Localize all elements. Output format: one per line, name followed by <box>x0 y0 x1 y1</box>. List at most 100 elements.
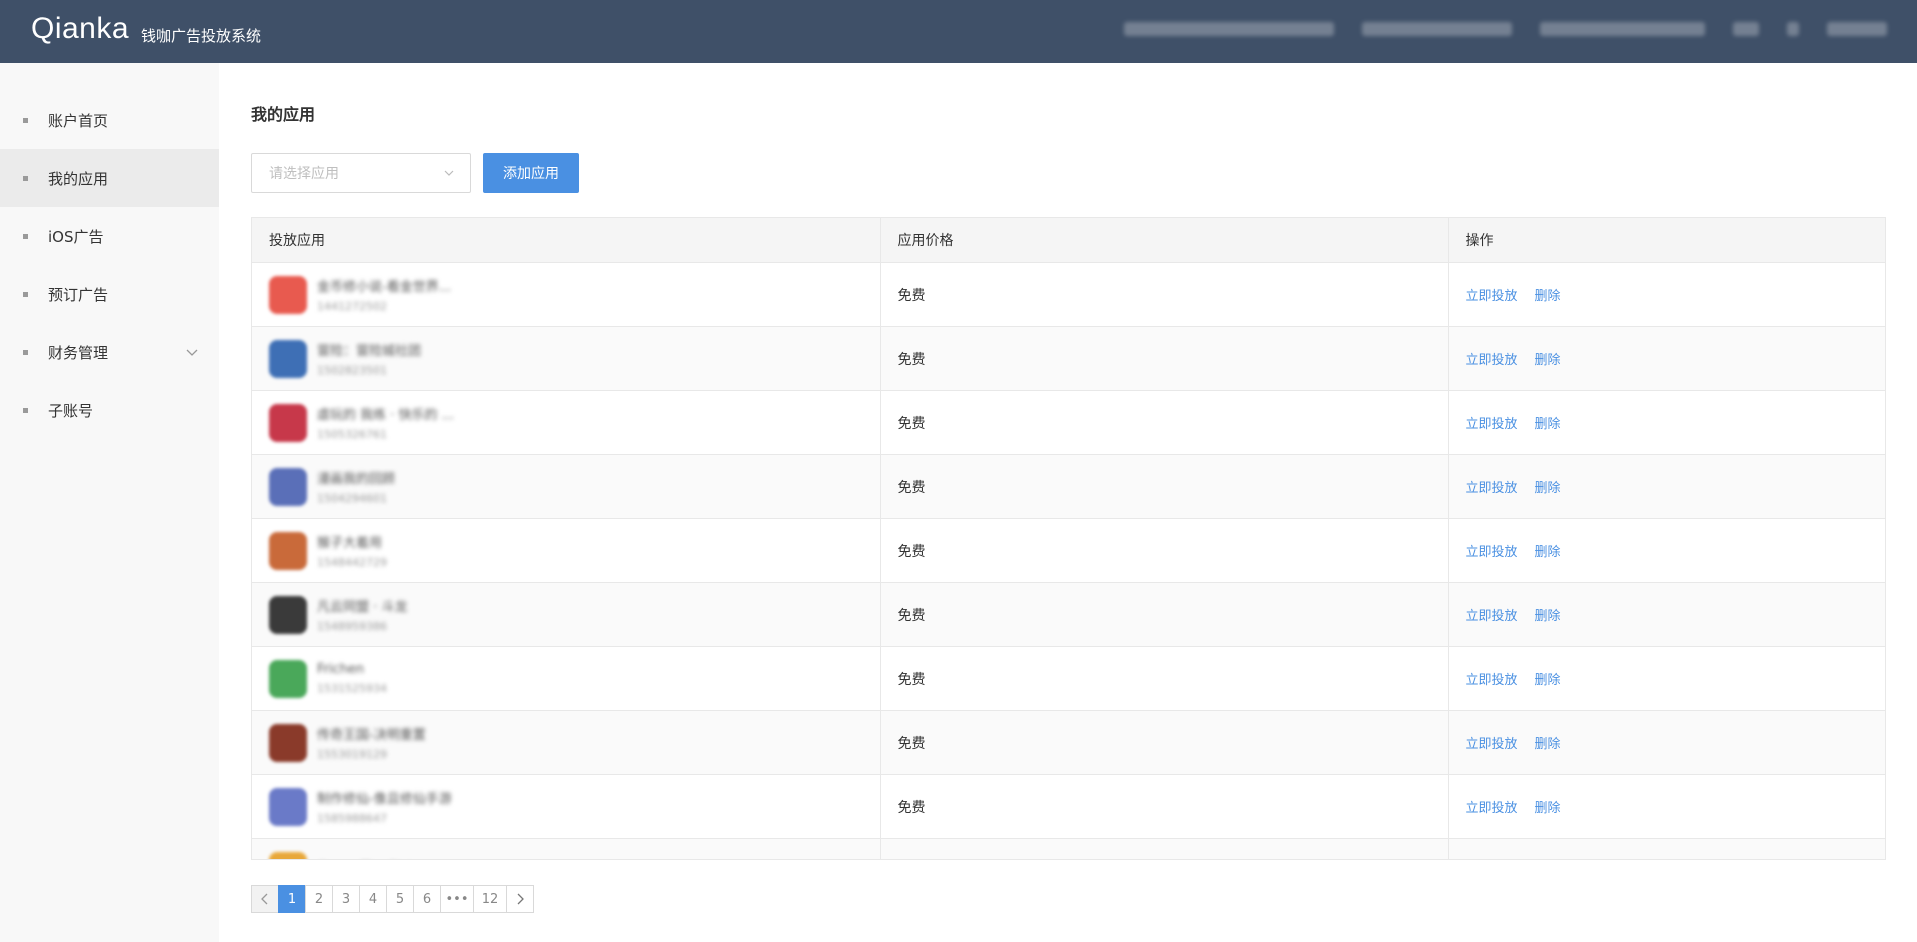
launch-ad-link[interactable]: 立即投放 <box>1466 353 1518 368</box>
delete-link[interactable]: 删除 <box>1535 289 1561 304</box>
app-cell: 虐玩的 我练 · 快乐的 ... 1505326761 <box>252 390 881 455</box>
column-header-app: 投放应用 <box>252 218 881 263</box>
launch-ad-link[interactable]: 立即投放 <box>1466 545 1518 560</box>
app-name: 漫画我的回顾 <box>317 472 396 487</box>
actions-cell: 立即投放 删除 <box>1448 390 1885 455</box>
app-cell: 金币修小说-看金世界... 1441272502 <box>252 262 881 327</box>
page-button[interactable]: 12 <box>473 885 507 913</box>
app-id: 1548442729 <box>317 556 387 569</box>
page-button[interactable]: 5 <box>386 885 414 913</box>
top-bar: Qianka 钱咖广告投放系统 <box>0 0 1917 63</box>
chevron-down-icon[interactable] <box>185 345 199 359</box>
account-balance-blurred <box>1124 22 1334 36</box>
column-header-actions: 操作 <box>1448 218 1885 263</box>
table-row: 冒险：冒险城社团 1502823501 免费 立即投放 删除 <box>252 326 1885 391</box>
delete-link[interactable]: 删除 <box>1535 545 1561 560</box>
table-row: 猴子大着用 1548442729 免费 立即投放 删除 <box>252 518 1885 583</box>
actions-cell: 立即投放 删除 <box>1448 454 1885 519</box>
sidebar-item-account-home[interactable]: 账户首页 <box>0 91 219 149</box>
prev-page-button[interactable] <box>251 885 279 913</box>
sidebar-item-label: 账户首页 <box>48 111 109 130</box>
page-button[interactable]: 4 <box>359 885 387 913</box>
delete-link[interactable]: 删除 <box>1535 609 1561 624</box>
chevron-down-icon <box>444 170 454 176</box>
app-cell: 凡云同盟 · 斗龙 1548959386 <box>252 582 881 647</box>
chevron-left-icon <box>261 893 268 905</box>
app-icon <box>269 339 307 378</box>
app-icon <box>269 787 307 826</box>
app-cell: Frichen 1531525934 <box>252 646 881 711</box>
sidebar-item-label: 预订广告 <box>48 285 109 304</box>
sidebar-item-sub-accounts[interactable]: 子账号 <box>0 381 219 439</box>
launch-ad-link[interactable]: 立即投放 <box>1466 481 1518 496</box>
app-cell: 冒险：冒险城社团 1502823501 <box>252 326 881 391</box>
app-select[interactable]: 请选择应用 <box>251 153 471 193</box>
app-name: Frichen <box>317 662 365 677</box>
actions-cell: 立即投放 删除 <box>1448 326 1885 391</box>
add-app-button[interactable]: 添加应用 <box>483 153 579 193</box>
account-link-blurred[interactable] <box>1733 22 1759 36</box>
actions-cell: 立即投放 删除 <box>1448 646 1885 711</box>
sidebar-item-finance[interactable]: 财务管理 <box>0 323 219 381</box>
bullet-icon <box>23 349 28 355</box>
page-button[interactable]: 6 <box>413 885 441 913</box>
page-button[interactable]: 3 <box>332 885 360 913</box>
account-info <box>1124 22 1887 36</box>
app-cell: 猴子大着用 1548442729 <box>252 518 881 583</box>
table-row: Guess The Picture - ... <box>252 838 1885 859</box>
app-name: 凡云同盟 · 斗龙 <box>317 600 408 615</box>
launch-ad-link[interactable]: 立即投放 <box>1466 737 1518 752</box>
table-row: 虐玩的 我练 · 快乐的 ... 1505326761 免费 立即投放 删除 <box>252 390 1885 455</box>
app-name: 传奇王国-决明重置 <box>317 728 426 743</box>
app-id: 1548959386 <box>317 620 387 633</box>
delete-link[interactable]: 删除 <box>1535 353 1561 368</box>
app-cell: 传奇王国-决明重置 1553019129 <box>252 710 881 775</box>
bullet-icon <box>23 291 28 297</box>
actions-cell: 立即投放 删除 <box>1448 710 1885 775</box>
delete-link[interactable]: 删除 <box>1535 737 1561 752</box>
app-cell: 漫画我的回顾 1504294601 <box>252 454 881 519</box>
apps-table: 投放应用 应用价格 操作 金币修小说-看金世界... 1441272502 免费 立即… <box>251 217 1886 860</box>
actions-cell: 立即投放 删除 <box>1448 518 1885 583</box>
sidebar-item-label: 财务管理 <box>48 343 109 362</box>
page-button[interactable]: 1 <box>278 885 306 913</box>
delete-link[interactable]: 删除 <box>1535 673 1561 688</box>
table-row: 制作修仙-像且修仙手游 1585988647 免费 立即投放 删除 <box>252 774 1885 839</box>
sidebar-item-ios-ads[interactable]: iOS广告 <box>0 207 219 265</box>
app-icon <box>269 403 307 442</box>
app-id: 1585988647 <box>317 812 387 825</box>
sidebar-item-my-apps[interactable]: 我的应用 <box>0 149 219 207</box>
page-title: 我的应用 <box>251 105 316 124</box>
price-cell: 免费 <box>880 326 1449 391</box>
sidebar-item-label: 子账号 <box>48 401 94 420</box>
user-menu-blurred[interactable] <box>1827 22 1887 36</box>
app-icon <box>269 275 307 314</box>
launch-ad-link[interactable]: 立即投放 <box>1466 417 1518 432</box>
launch-ad-link[interactable]: 立即投放 <box>1466 801 1518 816</box>
bullet-icon <box>23 233 28 239</box>
delete-link[interactable]: 删除 <box>1535 417 1561 432</box>
launch-ad-link[interactable]: 立即投放 <box>1466 289 1518 304</box>
launch-ad-link[interactable]: 立即投放 <box>1466 609 1518 624</box>
app-id: 1505326761 <box>317 428 387 441</box>
app-cell: Guess The Picture - ... <box>252 838 881 859</box>
account-stat-blurred <box>1540 22 1705 36</box>
delete-link[interactable]: 删除 <box>1535 801 1561 816</box>
app-icon <box>269 723 307 762</box>
page-button[interactable]: 2 <box>305 885 333 913</box>
price-cell: 免费 <box>880 454 1449 519</box>
logo[interactable]: Qianka <box>31 12 129 46</box>
delete-link[interactable]: 删除 <box>1535 481 1561 496</box>
app-id: 1553019129 <box>317 748 387 761</box>
sidebar-item-booked-ads[interactable]: 预订广告 <box>0 265 219 323</box>
user-icon[interactable] <box>1787 22 1799 36</box>
table-row: 传奇王国-决明重置 1553019129 免费 立即投放 删除 <box>252 710 1885 775</box>
next-page-button[interactable] <box>506 885 534 913</box>
launch-ad-link[interactable]: 立即投放 <box>1466 673 1518 688</box>
sidebar-item-label: 我的应用 <box>48 169 109 188</box>
table-row: 凡云同盟 · 斗龙 1548959386 免费 立即投放 删除 <box>252 582 1885 647</box>
price-cell: 免费 <box>880 582 1449 647</box>
app-name: 制作修仙-像且修仙手游 <box>317 792 452 807</box>
app-id: 1531525934 <box>317 682 387 695</box>
page-ellipsis[interactable]: ••• <box>440 885 474 913</box>
